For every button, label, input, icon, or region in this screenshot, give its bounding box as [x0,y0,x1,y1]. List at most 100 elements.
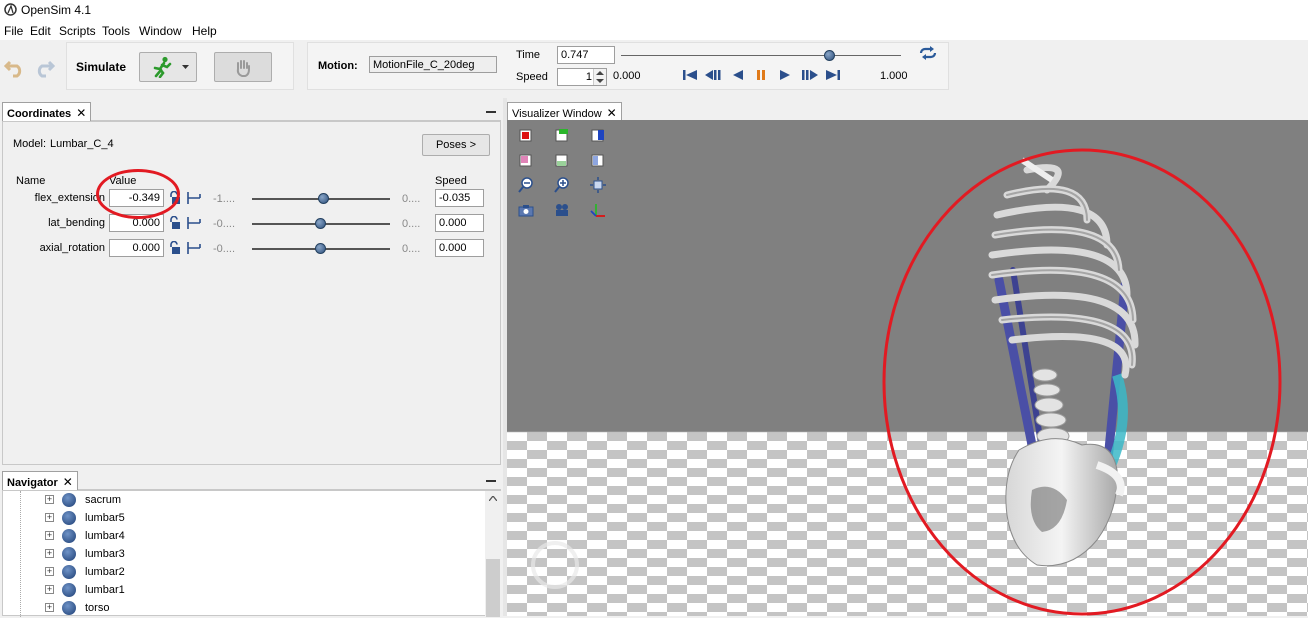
body-node-icon [62,583,76,597]
clamp-icon[interactable] [186,191,202,205]
tree-item[interactable]: + lumbar5 [43,510,443,528]
close-icon[interactable]: ✕ [76,106,86,120]
tree-item[interactable]: + lumbar1 [43,582,443,600]
coordinate-speed-input[interactable]: 0.000 [435,214,484,232]
coordinates-panel-header: Coordinates ✕ [2,101,501,121]
axes-toggle-icon[interactable] [590,202,606,218]
title-bar: OpenSim 4.1 [0,0,1308,20]
view-right-icon[interactable] [590,127,606,143]
opensim-logo-icon [4,3,17,16]
run-simulation-button[interactable] [139,52,197,82]
coordinate-name: axial_rotation [39,242,105,254]
menu-help[interactable]: Help [192,24,217,38]
tree-item[interactable]: + lumbar4 [43,528,443,546]
menu-scripts[interactable]: Scripts [59,24,96,38]
speed-spinner[interactable] [593,69,606,85]
visualizer-canvas[interactable] [507,120,1308,616]
coordinate-slider-thumb[interactable] [315,243,326,254]
poses-button[interactable]: Poses > [422,134,490,156]
scrollbar-thumb[interactable] [486,559,500,617]
expand-icon[interactable]: + [45,513,54,522]
redo-icon[interactable] [33,56,55,78]
tree-item[interactable]: + lumbar2 [43,564,443,582]
coordinate-name: lat_bending [48,217,105,229]
expand-icon[interactable]: + [45,549,54,558]
zoom-out-icon[interactable] [518,177,534,193]
menu-file[interactable]: File [4,24,23,38]
scroll-up-icon[interactable] [489,496,497,501]
tree-item[interactable]: + torso [43,600,443,618]
visualizer-panel-header: Visualizer Window ✕ [507,101,1308,121]
expand-icon[interactable]: + [45,495,54,504]
loop-icon[interactable] [917,46,939,60]
speed-label: Speed [516,71,548,83]
snapshot-icon[interactable] [518,202,534,218]
last-frame-icon[interactable] [825,69,841,81]
step-back-icon[interactable] [704,69,724,81]
step-forward-icon[interactable] [799,69,819,81]
time-slider[interactable] [621,55,901,56]
motion-name-field[interactable]: MotionFile_C_20deg [369,56,497,73]
unlock-icon[interactable] [168,215,182,230]
coordinate-slider-thumb[interactable] [315,218,326,229]
navigator-panel-header: Navigator ✕ [2,470,501,490]
body-node-icon [62,511,76,525]
spin-down-icon[interactable] [596,79,604,83]
close-icon[interactable]: ✕ [63,475,73,489]
view-back-icon[interactable] [518,152,534,168]
first-frame-icon[interactable] [682,69,698,81]
minimize-icon[interactable] [486,480,496,482]
hand-stop-icon [236,60,250,77]
coordinate-slider-thumb[interactable] [318,193,329,204]
view-top-icon[interactable] [554,127,570,143]
tree-item[interactable]: + lumbar3 [43,546,443,564]
tree-guide-line [20,491,21,617]
time-input[interactable]: 0.747 [557,46,615,64]
coordinate-speed-input[interactable]: 0.000 [435,239,484,257]
body-node-icon [62,493,76,507]
close-icon[interactable]: ✕ [607,106,617,120]
zoom-in-icon[interactable] [554,177,570,193]
navigator-panel: + sacrum + lumbar5 + lumbar4 + lumbar3 + lumbar2 +… [2,490,501,618]
expand-icon[interactable]: + [45,603,54,612]
tab-coordinates[interactable]: Coordinates ✕ [2,102,92,121]
motion-group: Motion: MotionFile_C_20deg Time 0.747 Sp… [307,42,949,90]
expand-icon[interactable]: + [45,585,54,594]
coordinate-value-input[interactable]: 0.000 [109,239,164,257]
pause-icon[interactable] [755,69,767,81]
view-bottom-icon[interactable] [554,152,570,168]
view-left-icon[interactable] [590,152,606,168]
menu-edit[interactable]: Edit [30,24,51,38]
stop-simulation-button[interactable] [214,52,272,82]
column-name: Name [16,175,46,187]
unlock-icon[interactable] [168,240,182,255]
tree-item[interactable]: + sacrum [43,492,443,510]
play-icon[interactable] [779,69,791,81]
tree-item-label: lumbar3 [85,548,125,560]
minimize-icon[interactable] [486,111,496,113]
menu-tools[interactable]: Tools [102,24,130,38]
expand-icon[interactable]: + [45,531,54,540]
clamp-icon[interactable] [186,216,202,230]
play-reverse-icon[interactable] [732,69,744,81]
record-movie-icon[interactable] [554,202,570,218]
tab-visualizer[interactable]: Visualizer Window ✕ [507,102,622,121]
view-front-icon[interactable] [518,127,534,143]
tree-item-label: lumbar1 [85,584,125,596]
undo-icon[interactable] [4,56,26,78]
coordinate-speed-input[interactable]: -0.035 [435,189,484,207]
tab-navigator[interactable]: Navigator ✕ [2,471,78,490]
window-title: OpenSim 4.1 [21,3,92,17]
navigator-scrollbar[interactable] [485,491,501,617]
running-man-icon [153,56,172,78]
menu-window[interactable]: Window [139,24,182,38]
time-slider-thumb[interactable] [824,50,835,61]
clamp-icon[interactable] [186,241,202,255]
coordinates-panel: Model: Lumbar_C_4 Poses > Name Value Spe… [2,121,501,465]
range-max: 0.... [402,218,421,230]
fit-view-icon[interactable] [590,177,606,193]
expand-icon[interactable]: + [45,567,54,576]
red-annotation-circle [96,169,180,219]
coordinate-name: flex_extension [34,192,105,204]
spin-up-icon[interactable] [596,71,604,75]
